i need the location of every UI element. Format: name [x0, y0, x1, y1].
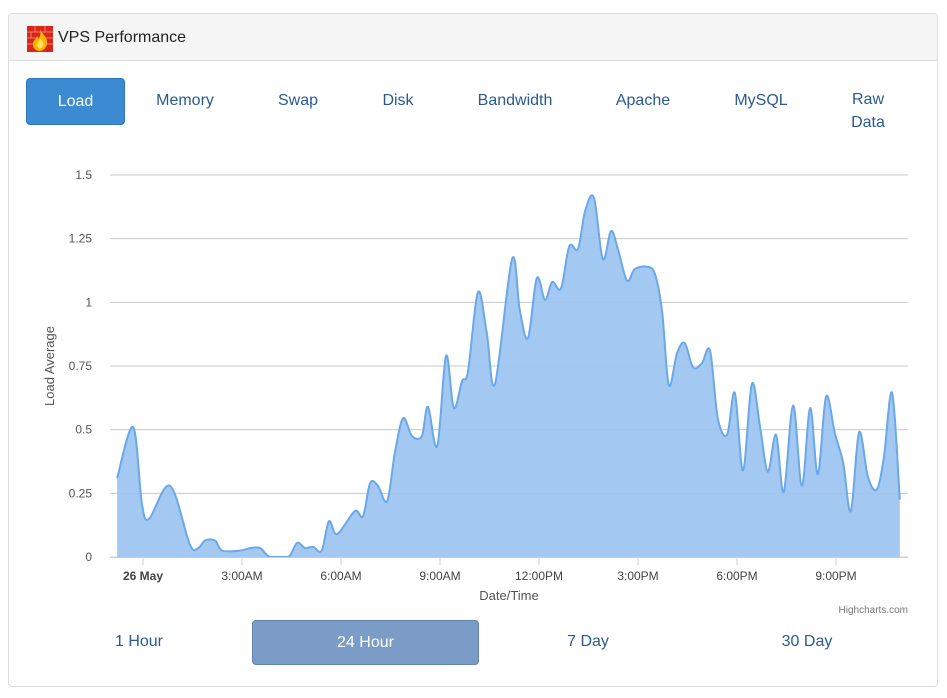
- load-average-chart: 0 0.25 0.5 0.75 1 1.25 1.5 26 May 3:00AM 6:00AM 9:…: [42, 168, 908, 616]
- y-tick-label: 0: [85, 550, 92, 564]
- x-tick-label: 6:00AM: [320, 569, 361, 583]
- x-axis-title: Date/Time: [479, 588, 538, 603]
- y-tick-label: 0.75: [69, 359, 93, 373]
- range-7-day[interactable]: 7 Day: [478, 620, 698, 663]
- x-tick-label: 3:00PM: [617, 569, 658, 583]
- y-tick-label: 0.5: [75, 423, 92, 437]
- y-axis-title: Load Average: [42, 326, 57, 406]
- y-tick-label: 1.5: [75, 168, 92, 182]
- x-tick-label: 3:00AM: [221, 569, 262, 583]
- y-tick-label: 1: [85, 295, 92, 309]
- x-tick-label: 26 May: [123, 569, 163, 583]
- x-tick-label: 12:00PM: [515, 569, 563, 583]
- x-tick-label: 9:00PM: [815, 569, 856, 583]
- y-tick-label: 1.25: [69, 232, 93, 246]
- x-tick-label: 6:00PM: [716, 569, 757, 583]
- highcharts-credit[interactable]: Highcharts.com: [839, 605, 908, 616]
- range-24-hour[interactable]: 24 Hour: [252, 620, 479, 665]
- y-tick-label: 0.25: [69, 486, 93, 500]
- range-1-hour[interactable]: 1 Hour: [26, 620, 252, 663]
- x-tick-label: 9:00AM: [419, 569, 460, 583]
- load-area-fill: [117, 195, 900, 558]
- range-30-day[interactable]: 30 Day: [698, 620, 916, 663]
